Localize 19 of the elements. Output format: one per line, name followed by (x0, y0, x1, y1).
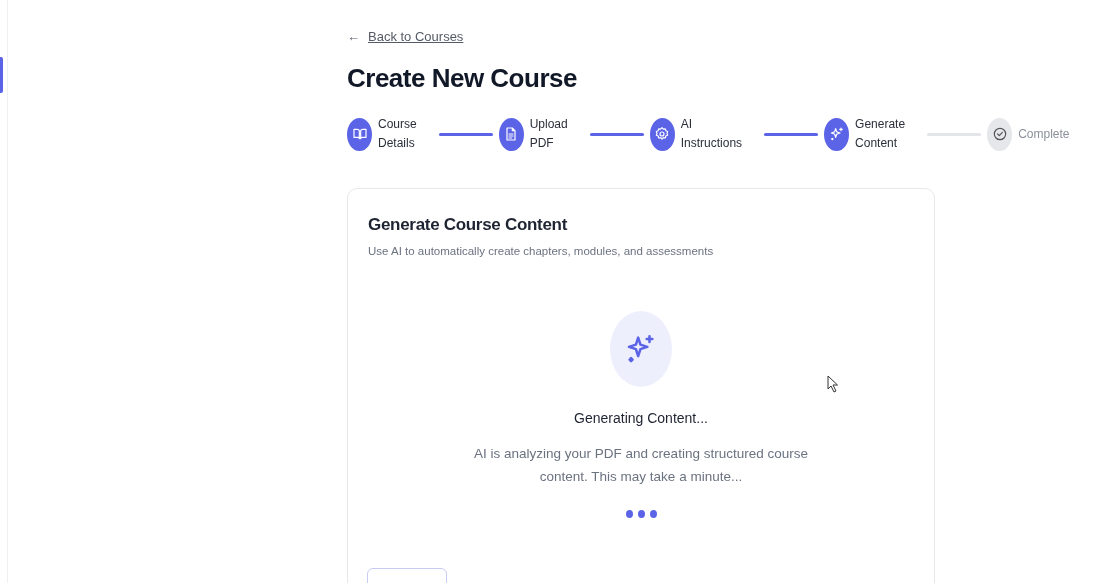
step-label: Upload PDF (529, 116, 568, 152)
step-label: Generate Content (855, 116, 906, 152)
page-title: Create New Course (347, 62, 578, 94)
status-title: Generating Content... (574, 410, 708, 426)
card-title: Generate Course Content (368, 215, 569, 235)
step-label: AI Instructions (680, 116, 743, 152)
active-indicator (0, 57, 3, 93)
loading-dots-icon (625, 510, 657, 518)
sparkle-icon (828, 126, 845, 142)
check-circle-icon (991, 126, 1008, 142)
back-arrow-icon: ← (347, 28, 360, 44)
step-label: Complete (1018, 125, 1070, 143)
step-label: Course Details (378, 116, 417, 152)
mouse-pointer-icon (827, 375, 839, 393)
book-icon (351, 126, 368, 142)
back-link[interactable]: Back to Courses (368, 28, 464, 44)
status-text: AI is analyzing your PDF and creating structured course content. This may take a minute... (473, 445, 809, 486)
settings-icon (654, 126, 671, 142)
card-subtitle: Use AI to automatically create chapters, modules, and assessments (368, 245, 715, 257)
